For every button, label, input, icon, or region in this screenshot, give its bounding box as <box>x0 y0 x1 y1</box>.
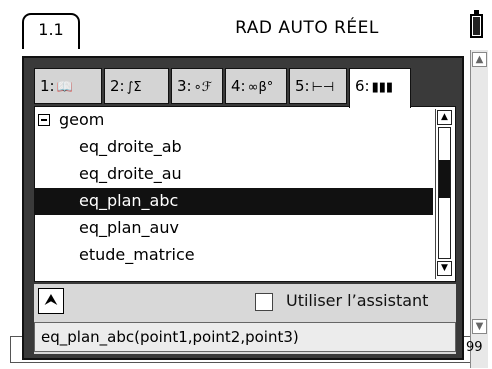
tab-number: 5: <box>295 77 310 95</box>
collapse-icon[interactable] <box>38 114 50 126</box>
tab-number: 6: <box>355 77 370 95</box>
collapse-all-button[interactable]: ⮝ <box>38 288 64 314</box>
tab-number: 1: <box>40 77 55 95</box>
list-item[interactable]: etude_matrice <box>35 242 433 269</box>
integral-sum-icon: ∫Σ <box>126 80 142 95</box>
list-item-label: eq_droite_au <box>79 164 182 183</box>
list-item[interactable]: eq_plan_auv <box>35 215 433 242</box>
templates-icon: ⊢⊣ <box>311 80 335 95</box>
catalog-footer: ⮝ Utiliser l’assistant eq_plan_abc(point… <box>34 284 456 354</box>
status-bar: 1.1 RAD AUTO RÉEL <box>0 0 492 50</box>
tab-catalog-5[interactable]: 5: ⊢⊣ <box>289 68 347 104</box>
list-item-label: etude_matrice <box>79 245 195 264</box>
scroll-down-icon[interactable]: ▼ <box>437 261 452 276</box>
scroll-up-icon[interactable]: ▲ <box>472 52 487 67</box>
tab-catalog-3[interactable]: 3: ∘ℱ <box>171 68 223 104</box>
list-item[interactable]: eq_droite_ab <box>35 134 433 161</box>
syntax-help: eq_plan_abc(point1,point2,point3) <box>34 322 456 352</box>
tab-number: 2: <box>110 77 125 95</box>
libraries-icon: ▮▮▮ <box>371 80 394 95</box>
history-output: 99 <box>466 340 483 355</box>
tab-catalog-2[interactable]: 2: ∫Σ <box>104 68 169 104</box>
assistant-label[interactable]: Utiliser l’assistant <box>286 291 428 310</box>
scroll-down-icon[interactable]: ▼ <box>472 319 487 334</box>
document-mode-label: RAD AUTO RÉEL <box>235 18 379 38</box>
tab-number: 4: <box>231 77 246 95</box>
book-icon: 📖 <box>56 80 73 95</box>
document-scrollbar[interactable]: ▲ ▼ <box>470 50 488 368</box>
scroll-thumb[interactable] <box>439 160 450 198</box>
list-group-header[interactable]: geom <box>35 107 433 134</box>
tab-1-1[interactable]: 1.1 <box>22 13 80 49</box>
list-item[interactable]: eq_droite_au <box>35 161 433 188</box>
assistant-checkbox[interactable] <box>255 293 273 311</box>
catalog-dialog: 1: 📖 2: ∫Σ 3: ∘ℱ 4: ∞β° 5: ⊢⊣ 6: ▮▮▮ geom eq_d… <box>22 56 464 360</box>
list-item-label: eq_droite_ab <box>79 137 182 156</box>
units-icon: ∘ℱ <box>193 80 212 95</box>
catalog-list: geom eq_droite_ab eq_droite_au eq_plan_a… <box>34 106 456 282</box>
tab-number: 3: <box>177 77 192 95</box>
double-chevron-up-icon: ⮝ <box>45 292 57 308</box>
scroll-track[interactable] <box>438 127 451 259</box>
list-scrollbar[interactable]: ▲ ▼ <box>435 109 453 279</box>
list-item-label: eq_plan_auv <box>79 218 179 237</box>
symbols-icon: ∞β° <box>247 80 274 95</box>
scroll-up-icon[interactable]: ▲ <box>437 110 452 125</box>
tab-catalog-1[interactable]: 1: 📖 <box>34 68 102 104</box>
tab-catalog-6[interactable]: 6: ▮▮▮ <box>349 68 411 108</box>
battery-icon <box>470 10 483 38</box>
list-item-selected[interactable]: eq_plan_abc <box>35 188 433 215</box>
tab-catalog-4[interactable]: 4: ∞β° <box>225 68 287 104</box>
group-label: geom <box>59 110 105 129</box>
list-item-label: eq_plan_abc <box>79 191 179 210</box>
